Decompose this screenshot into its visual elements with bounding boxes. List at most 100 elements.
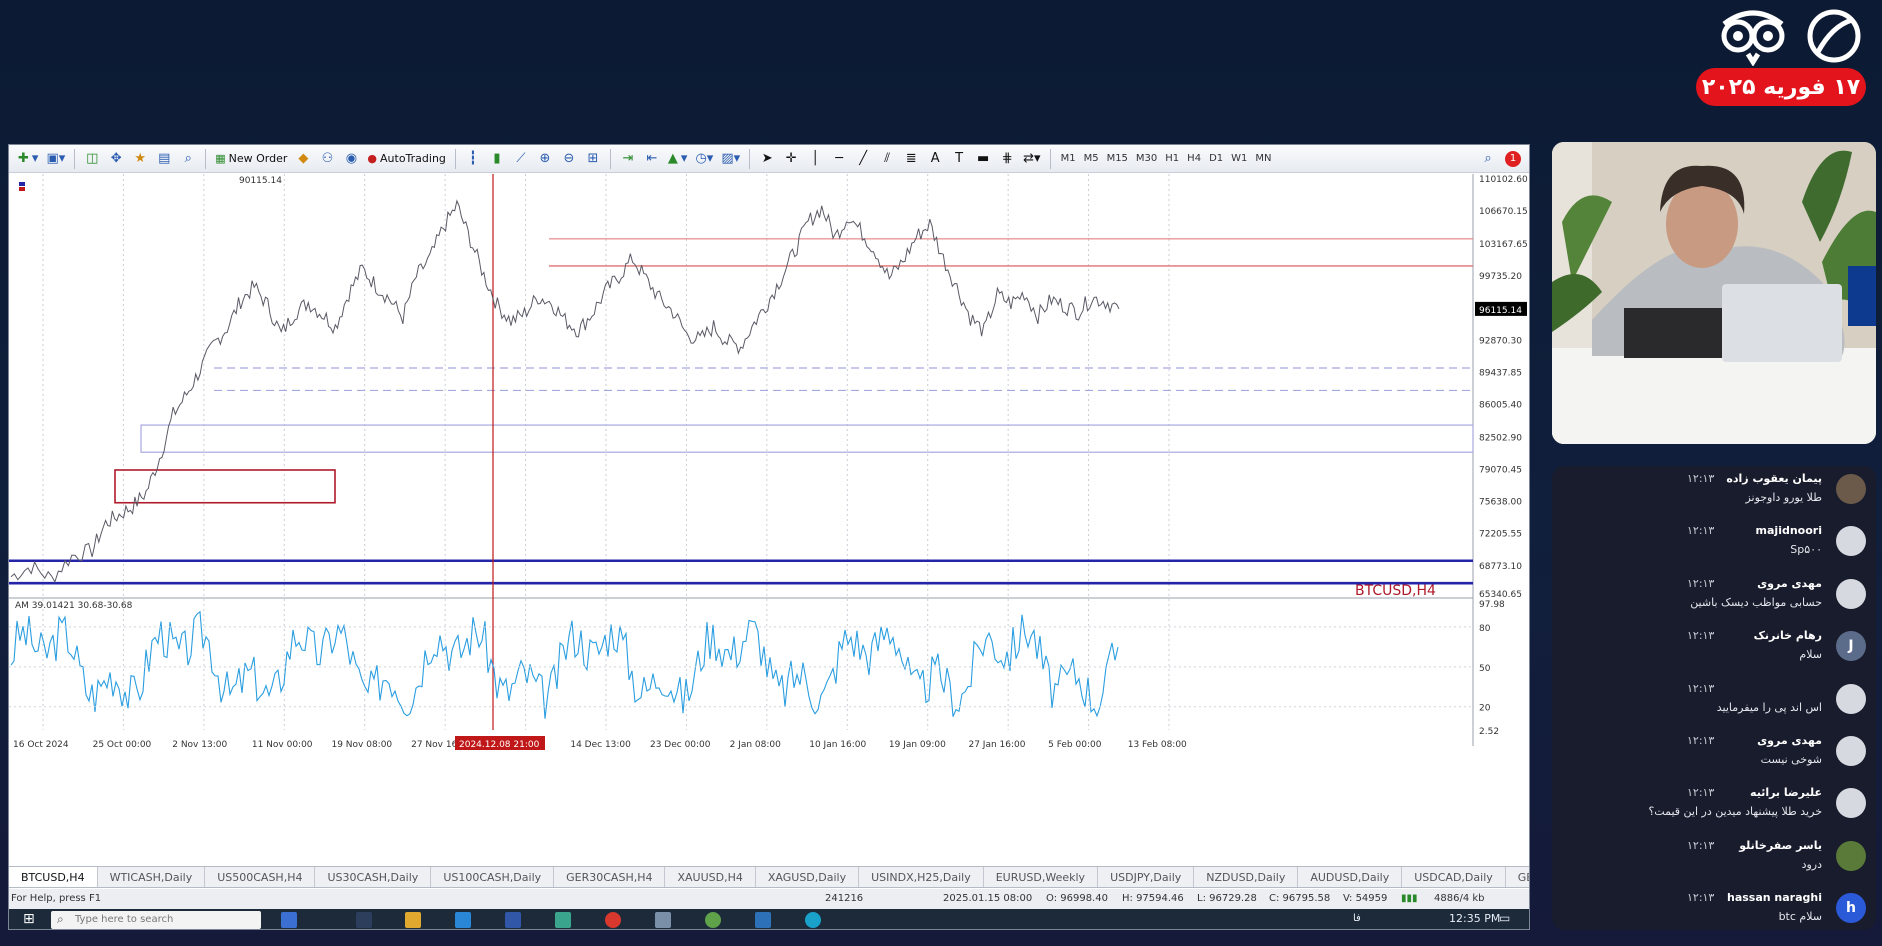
symbol-tab[interactable]: BTCUSD,H4 <box>9 867 98 887</box>
gann-icon[interactable]: ⋕ <box>996 148 1018 170</box>
symbol-tab[interactable]: US500CASH,H4 <box>205 867 316 887</box>
time-tick-label: 5 Feb 00:00 <box>1048 740 1102 750</box>
symbol-tab[interactable]: GBPUSD,W <box>1506 867 1529 887</box>
text-label-icon[interactable]: T <box>948 148 970 170</box>
task-view-icon[interactable] <box>356 912 372 928</box>
rectangle-tool-icon[interactable]: ▬ <box>972 148 994 170</box>
mail-app-icon[interactable] <box>555 912 571 928</box>
timeframe-w1-button[interactable]: W1 <box>1227 153 1251 164</box>
crosshair-icon[interactable]: ✛ <box>780 148 802 170</box>
candlestick-icon[interactable]: ▮ <box>486 148 508 170</box>
symbol-tab[interactable]: USDJPY,Daily <box>1098 867 1195 887</box>
windows-start-icon[interactable]: ⊞ <box>23 911 35 927</box>
timeframe-d1-button[interactable]: D1 <box>1205 153 1227 164</box>
navigator-icon[interactable]: ★ <box>129 148 151 170</box>
equidistant-channel-icon[interactable]: ⫽ <box>876 148 898 170</box>
media-app-icon[interactable] <box>705 912 721 928</box>
price-tick-label: 92870.30 <box>1479 336 1522 346</box>
flag-app-icon[interactable] <box>281 912 297 928</box>
avatar[interactable] <box>1836 840 1866 871</box>
signals-icon[interactable]: ⚇ <box>316 148 338 170</box>
telegram-app-icon[interactable] <box>805 912 821 928</box>
symbol-tab[interactable]: XAGUSD,Daily <box>756 867 860 887</box>
word-app-icon[interactable] <box>505 912 521 928</box>
timeframe-m1-button[interactable]: M1 <box>1057 153 1080 164</box>
timeframe-h4-button[interactable]: H4 <box>1183 153 1205 164</box>
line-chart-icon[interactable]: ⟋ <box>510 148 532 170</box>
data-window-icon[interactable]: ✥ <box>105 148 127 170</box>
symbol-tab[interactable]: USDCAD,Daily <box>1402 867 1506 887</box>
chat-username: پیمان یعقوب زاده <box>1726 472 1822 485</box>
timeframe-mn-button[interactable]: MN <box>1251 153 1275 164</box>
symbol-tab[interactable]: NZDUSD,Daily <box>1194 867 1299 887</box>
market-watch-icon[interactable]: ◫ <box>81 148 103 170</box>
periods-icon[interactable]: ◷▾ <box>692 148 716 170</box>
terminal-icon[interactable]: ▤ <box>153 148 175 170</box>
timeframe-h1-button[interactable]: H1 <box>1161 153 1183 164</box>
arrows-icon[interactable]: ⇄▾ <box>1020 148 1043 170</box>
price-chart[interactable]: 110102.60 106670.15 103167.65 99735.20 96115… <box>9 174 1530 880</box>
time-tick-label: 11 Nov 00:00 <box>252 740 313 750</box>
chat-username: یاسر صفرخانلو <box>1739 838 1822 852</box>
alert-badge[interactable]: 1 <box>1505 150 1521 167</box>
vertical-line-icon[interactable]: │ <box>804 148 826 170</box>
horizontal-line-icon[interactable]: ─ <box>828 148 850 170</box>
text-tool-icon[interactable]: A <box>924 148 946 170</box>
autotrading-button[interactable]: ● AutoTrading <box>364 148 449 170</box>
new-chart-icon[interactable]: ✚ ▾ <box>15 148 41 170</box>
new-order-button[interactable]: ▦ New Order <box>212 148 290 170</box>
avatar[interactable]: h <box>1836 893 1866 924</box>
indicator-tick-label: 80 <box>1479 624 1491 634</box>
avatar[interactable] <box>1836 526 1866 557</box>
traffic-bars-icon: ▮▮▮ <box>1401 893 1418 904</box>
price-tick-label: 82502.90 <box>1479 433 1522 443</box>
indicators-icon[interactable]: ▲ ▾ <box>665 148 691 170</box>
auto-scroll-icon[interactable]: ⇥ <box>617 148 639 170</box>
chart-shift-icon[interactable]: ⇤ <box>641 148 663 170</box>
profiles-icon[interactable]: ▣▾ <box>43 148 68 170</box>
price-tick-label: 68773.10 <box>1479 562 1522 572</box>
indicator-tick-label: 97.98 <box>1479 600 1505 610</box>
chart-area[interactable]: 110102.60 106670.15 103167.65 99735.20 96115… <box>9 174 1530 880</box>
fibonacci-icon[interactable]: ≣ <box>900 148 922 170</box>
avatar[interactable] <box>1836 578 1866 609</box>
symbol-tab[interactable]: AUDUSD,Daily <box>1298 867 1403 887</box>
symbol-tab[interactable]: GER30CASH,H4 <box>554 867 666 887</box>
file-explorer-icon[interactable] <box>405 912 421 928</box>
strategy-tester-icon[interactable]: ⌕ <box>177 148 199 170</box>
avatar[interactable]: J <box>1836 631 1866 662</box>
chrome-browser-icon[interactable] <box>605 912 621 928</box>
zoom-out-icon[interactable]: ⊖ <box>558 148 580 170</box>
symbol-tab[interactable]: USINDX,H25,Daily <box>859 867 984 887</box>
avatar[interactable] <box>1836 474 1866 504</box>
settings-app-icon[interactable] <box>655 912 671 928</box>
cursor-icon[interactable]: ➤ <box>756 148 778 170</box>
price-tick-label: 106670.15 <box>1479 207 1528 217</box>
market-icon[interactable]: ◉ <box>340 148 362 170</box>
symbol-tab[interactable]: EURUSD,Weekly <box>984 867 1099 887</box>
metaeditor-icon[interactable]: ◆ <box>292 148 314 170</box>
chat-username: majidnoori <box>1755 524 1822 538</box>
timeframe-m5-button[interactable]: M5 <box>1080 153 1103 164</box>
search-icon[interactable]: ⌕ <box>1477 148 1499 170</box>
bar-chart-icon[interactable]: ┇ <box>462 148 484 170</box>
symbol-tab[interactable]: US100CASH,Daily <box>431 867 555 887</box>
zoom-in-icon[interactable]: ⊕ <box>534 148 556 170</box>
trendline-icon[interactable]: ╱ <box>852 148 874 170</box>
symbol-tab[interactable]: XAUUSD,H4 <box>665 867 756 887</box>
status-low: L: 96729.28 <box>1197 893 1257 904</box>
avatar[interactable] <box>1836 683 1866 714</box>
edge-browser-icon[interactable] <box>455 912 471 928</box>
language-indicator[interactable]: فا <box>1353 913 1361 924</box>
timeframe-m15-button[interactable]: M15 <box>1103 153 1132 164</box>
symbol-tab[interactable]: WTICASH,Daily <box>98 867 206 887</box>
tile-windows-icon[interactable]: ⊞ <box>582 148 604 170</box>
templates-icon[interactable]: ▨▾ <box>718 148 743 170</box>
timeframe-m30-button[interactable]: M30 <box>1132 153 1161 164</box>
notifications-icon[interactable]: ▭ <box>1499 911 1510 925</box>
symbol-tab[interactable]: US30CASH,Daily <box>315 867 432 887</box>
taskbar-search-box[interactable]: ⌕ Type here to search <box>51 911 261 929</box>
avatar[interactable] <box>1836 788 1866 819</box>
avatar[interactable] <box>1836 736 1866 766</box>
metatrader-app-icon[interactable] <box>755 912 771 928</box>
